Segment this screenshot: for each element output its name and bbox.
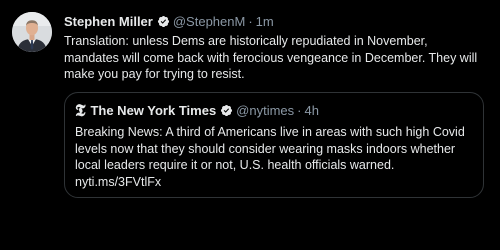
quoted-author-handle[interactable]: @nytimes [236,103,294,118]
separator-dot: · [297,103,302,118]
tweet-text: Translation: unless Dems are historicall… [64,34,478,81]
quoted-tweet[interactable]: 𝕿 The New York Times @nytimes · 4h Break… [64,92,484,198]
quoted-author-name[interactable]: The New York Times [90,103,216,118]
nyt-logo-icon: 𝕿 [75,101,86,120]
tweet[interactable]: Stephen Miller @StephenM · 1m Translatio… [0,0,500,250]
verified-badge-icon [157,15,170,28]
separator-dot: · [248,13,253,29]
quoted-tweet-text: Breaking News: A third of Americans live… [75,124,475,190]
quoted-tweet-body: Breaking News: A third of Americans live… [75,125,465,172]
quoted-tweet-link[interactable]: nyti.ms/3FVtlFx [75,175,161,189]
timestamp[interactable]: 1m [256,14,274,29]
tweet-header: Stephen Miller @StephenM · 1m [64,12,274,30]
verified-badge-icon [220,104,233,117]
quoted-timestamp[interactable]: 4h [305,103,319,118]
quoted-tweet-header: 𝕿 The New York Times @nytimes · 4h [75,102,319,119]
avatar[interactable] [12,12,52,52]
author-name[interactable]: Stephen Miller [64,14,153,29]
author-handle[interactable]: @StephenM [173,14,245,29]
